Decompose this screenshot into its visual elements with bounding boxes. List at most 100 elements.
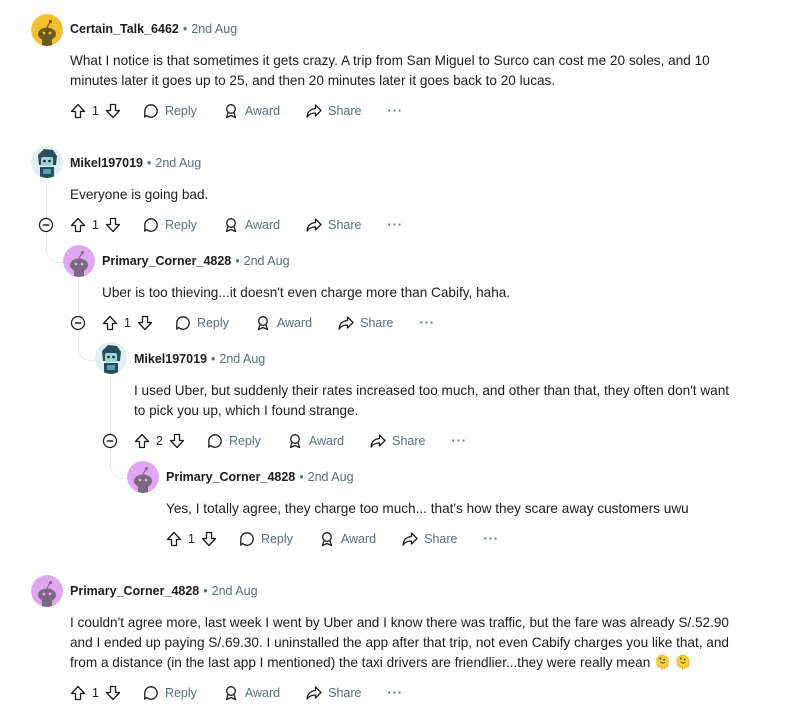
dark-custom-avatar-icon: [95, 342, 127, 374]
share-label: Share: [328, 686, 362, 700]
award-button[interactable]: Award: [319, 531, 376, 547]
avatar[interactable]: [95, 342, 127, 374]
avatar[interactable]: [31, 14, 63, 46]
comment-actions: 1 Reply Award Share ···: [70, 215, 403, 235]
timestamp[interactable]: 2nd Aug: [219, 352, 265, 366]
username[interactable]: Certain_Talk_6462: [70, 22, 179, 36]
reply-button[interactable]: Reply: [175, 315, 229, 331]
share-button[interactable]: Share: [306, 103, 362, 119]
melting-face-emoji: 🫠: [674, 655, 692, 670]
share-button[interactable]: Share: [402, 531, 458, 547]
award-label: Award: [308, 434, 345, 448]
timestamp[interactable]: 2nd Aug: [155, 156, 201, 170]
upvote-icon[interactable]: [134, 433, 150, 449]
avatar[interactable]: [127, 461, 159, 493]
downvote-icon[interactable]: [201, 531, 217, 547]
reply-button[interactable]: Reply: [143, 103, 197, 119]
vote-controls: 1: [70, 217, 121, 233]
comment-line: I used Uber, but suddenly their rates in…: [134, 383, 730, 398]
avatar[interactable]: [63, 245, 95, 277]
timestamp[interactable]: 2nd Aug: [212, 584, 258, 598]
share-button[interactable]: Share: [338, 315, 394, 331]
share-label: Share: [424, 532, 458, 546]
award-button[interactable]: Award: [223, 103, 280, 119]
username[interactable]: Mikel197019: [70, 156, 143, 170]
comment-body: Uber is too thieving...it doesn't even c…: [102, 283, 510, 303]
award-label: Award: [244, 104, 281, 118]
downvote-icon[interactable]: [137, 315, 153, 331]
more-options-button[interactable]: ···: [388, 686, 404, 700]
avatar[interactable]: [31, 575, 63, 607]
username[interactable]: Primary_Corner_4828: [70, 584, 199, 598]
downvote-icon[interactable]: [105, 217, 121, 233]
vote-count: 1: [92, 104, 99, 118]
more-options-button[interactable]: ···: [484, 532, 500, 546]
comment-line: to pick you up, which I found strange.: [134, 403, 359, 418]
share-button[interactable]: Share: [370, 433, 426, 449]
upvote-icon[interactable]: [70, 103, 86, 119]
award-button[interactable]: Award: [287, 433, 344, 449]
award-label: Award: [244, 686, 281, 700]
vote-count: 1: [124, 316, 131, 330]
reply-button[interactable]: Reply: [143, 217, 197, 233]
vote-count: 2: [156, 434, 163, 448]
reply-label: Reply: [164, 218, 197, 232]
downvote-icon[interactable]: [105, 685, 121, 701]
comment-meta: Mikel197019 • 2nd Aug: [134, 352, 265, 366]
upvote-icon[interactable]: [166, 531, 182, 547]
username[interactable]: Primary_Corner_4828: [102, 254, 231, 268]
more-options-button[interactable]: ···: [420, 316, 436, 330]
thread-connector: [110, 448, 127, 479]
more-options-button[interactable]: ···: [388, 218, 404, 232]
yellow-snoo-avatar-icon: [31, 14, 63, 46]
upvote-icon[interactable]: [102, 315, 118, 331]
reply-label: Reply: [260, 532, 293, 546]
share-icon: [306, 218, 322, 232]
timestamp[interactable]: 2nd Aug: [308, 470, 354, 484]
collapse-thread-icon[interactable]: [38, 217, 54, 233]
reply-icon: [240, 532, 254, 546]
username[interactable]: Primary_Corner_4828: [166, 470, 295, 484]
more-options-button[interactable]: ···: [388, 104, 404, 118]
comment-body: What I notice is that sometimes it gets …: [70, 51, 710, 91]
share-label: Share: [328, 104, 362, 118]
comment-line: from a distance (in the last app I menti…: [70, 655, 651, 670]
downvote-icon[interactable]: [105, 103, 121, 119]
reply-button[interactable]: Reply: [143, 685, 197, 701]
award-icon: [225, 686, 237, 701]
collapse-thread-icon[interactable]: [102, 433, 118, 449]
award-button[interactable]: Award: [223, 217, 280, 233]
upvote-icon[interactable]: [70, 685, 86, 701]
more-options-button[interactable]: ···: [452, 434, 468, 448]
reply-icon: [144, 686, 158, 700]
reply-button[interactable]: Reply: [207, 433, 261, 449]
reply-button[interactable]: Reply: [239, 531, 293, 547]
reply-icon: [176, 316, 190, 330]
share-button[interactable]: Share: [306, 217, 362, 233]
username[interactable]: Mikel197019: [134, 352, 207, 366]
award-button[interactable]: Award: [255, 315, 312, 331]
timestamp[interactable]: 2nd Aug: [244, 254, 290, 268]
avatar[interactable]: [31, 146, 63, 178]
vote-count: 1: [188, 532, 195, 546]
separator: •: [210, 352, 216, 366]
comment-body: Everyone is going bad.: [70, 185, 208, 205]
comment-line: I couldn't agree more, last week I went …: [70, 615, 729, 630]
share-label: Share: [392, 434, 426, 448]
timestamp[interactable]: 2nd Aug: [191, 22, 237, 36]
award-button[interactable]: Award: [223, 685, 280, 701]
comment-actions: 1 Reply Award Share ···: [102, 313, 435, 333]
award-label: Award: [340, 532, 377, 546]
purple-snoo-avatar-icon: [31, 575, 63, 607]
share-button[interactable]: Share: [306, 685, 362, 701]
share-label: Share: [328, 218, 362, 232]
comment-meta: Primary_Corner_4828 • 2nd Aug: [166, 470, 354, 484]
upvote-icon[interactable]: [70, 217, 86, 233]
comment-body: I used Uber, but suddenly their rates in…: [134, 381, 729, 421]
downvote-icon[interactable]: [169, 433, 185, 449]
comment-actions: 1 Reply Award Share ···: [70, 101, 403, 121]
comment-actions: 1 Reply Award Share ···: [166, 529, 499, 549]
share-icon: [338, 316, 354, 330]
melting-face-emoji: 🫠: [654, 655, 671, 670]
collapse-thread-icon[interactable]: [70, 315, 86, 331]
